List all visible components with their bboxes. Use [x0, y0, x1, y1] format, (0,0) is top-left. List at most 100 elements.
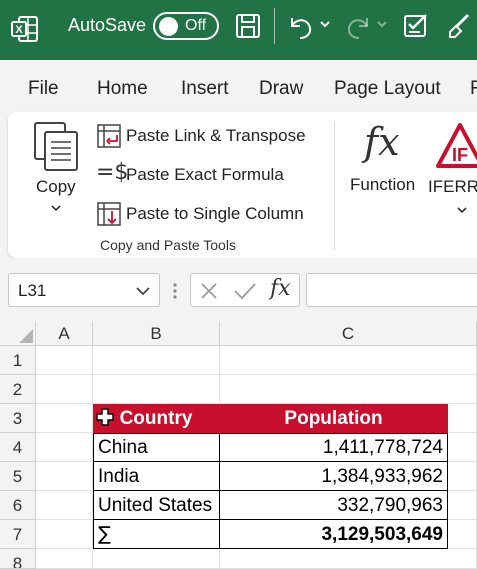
cell-c6[interactable]: 332,790,963	[219, 490, 448, 520]
formula-actions: fx	[190, 273, 300, 307]
menu-page-layout[interactable]: Page Layout	[334, 78, 441, 100]
function-button[interactable]: fx Function	[348, 120, 422, 200]
fx-icon: fx	[364, 120, 400, 164]
worksheet-grid: A B C 1 2 3 4 5 6 7 8 Country Population…	[0, 322, 477, 569]
svg-text:IF: IF	[452, 145, 468, 165]
paste-single-column-button[interactable]: Paste to Single Column	[96, 199, 316, 229]
cell-c2[interactable]	[220, 375, 477, 404]
svg-text:X: X	[15, 24, 23, 36]
country-header: Country	[119, 408, 193, 429]
paste-link-transpose-button[interactable]: Paste Link & Transpose	[96, 121, 316, 151]
cell-c3-header[interactable]: Population	[220, 404, 448, 433]
menu-insert[interactable]: Insert	[181, 78, 229, 100]
cell-b4[interactable]: China	[93, 433, 220, 462]
cell-a5[interactable]	[36, 462, 93, 491]
autosave-label: AutoSave	[68, 15, 147, 35]
function-label: Function	[350, 175, 416, 194]
iferror-warning-icon: IF	[436, 123, 477, 168]
paintbrush-icon[interactable]	[446, 12, 474, 40]
cell-a3[interactable]	[36, 404, 93, 433]
row-header-3[interactable]: 3	[0, 404, 36, 433]
cell-d7[interactable]	[448, 520, 477, 549]
formula-dollar-icon: =$	[96, 160, 129, 185]
row-header-6[interactable]: 6	[0, 491, 36, 520]
row-header-5[interactable]: 5	[0, 462, 36, 491]
enter-check-icon[interactable]	[233, 281, 257, 301]
cell-cursor-icon	[96, 408, 114, 426]
excel-logo-icon: X	[11, 16, 38, 42]
cell-d5[interactable]	[448, 462, 477, 491]
iferror-button[interactable]: IF IFERRO	[428, 120, 477, 220]
cell-d4[interactable]	[448, 433, 477, 462]
titlebar-divider	[274, 8, 275, 44]
undo-dropdown-icon[interactable]	[319, 18, 331, 30]
name-box-value: L31	[18, 281, 47, 300]
cancel-icon[interactable]	[199, 281, 219, 301]
cell-b5[interactable]: India	[93, 461, 220, 491]
select-all-corner[interactable]	[0, 322, 36, 346]
menu-bar: File Home Insert Draw Page Layout F	[0, 60, 477, 110]
menu-file[interactable]: File	[28, 78, 59, 100]
cell-c7-total[interactable]: 3,129,503,649	[219, 519, 448, 549]
cell-c5[interactable]: 1,384,933,962	[219, 461, 448, 491]
copy-label: Copy	[36, 177, 76, 196]
menu-draw[interactable]: Draw	[259, 78, 303, 100]
cell-c4[interactable]: 1,411,778,724	[219, 433, 448, 462]
insert-function-icon[interactable]: fx	[270, 276, 291, 301]
row-header-4[interactable]: 4	[0, 433, 36, 462]
cell-c1[interactable]	[220, 346, 477, 375]
copy-button[interactable]: Copy	[26, 118, 88, 224]
chevron-down-icon	[51, 205, 61, 212]
iferror-label: IFERRO	[428, 177, 477, 196]
save-icon[interactable]	[234, 12, 262, 40]
toggle-knob	[159, 17, 178, 36]
row-header-1[interactable]: 1	[0, 346, 36, 375]
paste-exact-formula-button[interactable]: =$ Paste Exact Formula	[96, 160, 316, 190]
cell-b6[interactable]: United States	[93, 490, 220, 520]
cell-a1[interactable]	[36, 346, 93, 375]
cell-a8[interactable]	[36, 549, 93, 569]
drag-handle-icon[interactable]	[172, 281, 178, 301]
row-header-8[interactable]: 8	[0, 549, 36, 569]
menu-home[interactable]: Home	[97, 78, 148, 100]
paste-link-transpose-icon	[97, 124, 121, 148]
population-header: Population	[284, 408, 383, 429]
select-all-icon	[19, 329, 33, 343]
column-header-b[interactable]: B	[93, 322, 220, 346]
title-bar: X AutoSave Off	[0, 0, 477, 60]
row-header-7[interactable]: 7	[0, 520, 36, 549]
cell-d3[interactable]	[448, 404, 477, 433]
ribbon-divider	[334, 122, 335, 250]
cell-a2[interactable]	[36, 375, 93, 404]
name-box[interactable]: L31	[8, 273, 160, 307]
cell-a4[interactable]	[36, 433, 93, 462]
autosave-state: Off	[185, 17, 207, 34]
cell-b3-header[interactable]: Country	[93, 404, 220, 433]
chevron-down-icon	[457, 207, 467, 214]
paste-single-column-label: Paste to Single Column	[126, 204, 304, 223]
cell-b2[interactable]	[93, 375, 220, 404]
chevron-down-icon[interactable]	[135, 285, 151, 297]
cell-c8[interactable]	[220, 549, 477, 569]
paste-single-column-icon	[97, 202, 121, 226]
copy-icon	[34, 122, 78, 171]
column-header-a[interactable]: A	[36, 322, 93, 346]
form-check-icon[interactable]	[402, 12, 430, 40]
row-header-2[interactable]: 2	[0, 375, 36, 404]
paste-exact-formula-label: Paste Exact Formula	[126, 165, 284, 184]
redo-dropdown-icon	[377, 21, 387, 28]
cell-b7-sum[interactable]: ∑	[93, 519, 220, 549]
cell-d6[interactable]	[448, 491, 477, 520]
cell-a6[interactable]	[36, 491, 93, 520]
menu-formulas[interactable]: F	[470, 78, 477, 100]
paste-link-transpose-label: Paste Link & Transpose	[126, 126, 306, 145]
undo-icon[interactable]	[286, 12, 316, 40]
group-title: Copy and Paste Tools	[100, 237, 236, 253]
column-header-c[interactable]: C	[220, 322, 477, 346]
autosave-toggle[interactable]: Off	[153, 12, 219, 40]
cell-a7[interactable]	[36, 520, 93, 549]
cell-b8[interactable]	[93, 549, 220, 569]
formula-input[interactable]	[306, 273, 477, 307]
cell-b1[interactable]	[93, 346, 220, 375]
redo-icon	[347, 18, 368, 39]
